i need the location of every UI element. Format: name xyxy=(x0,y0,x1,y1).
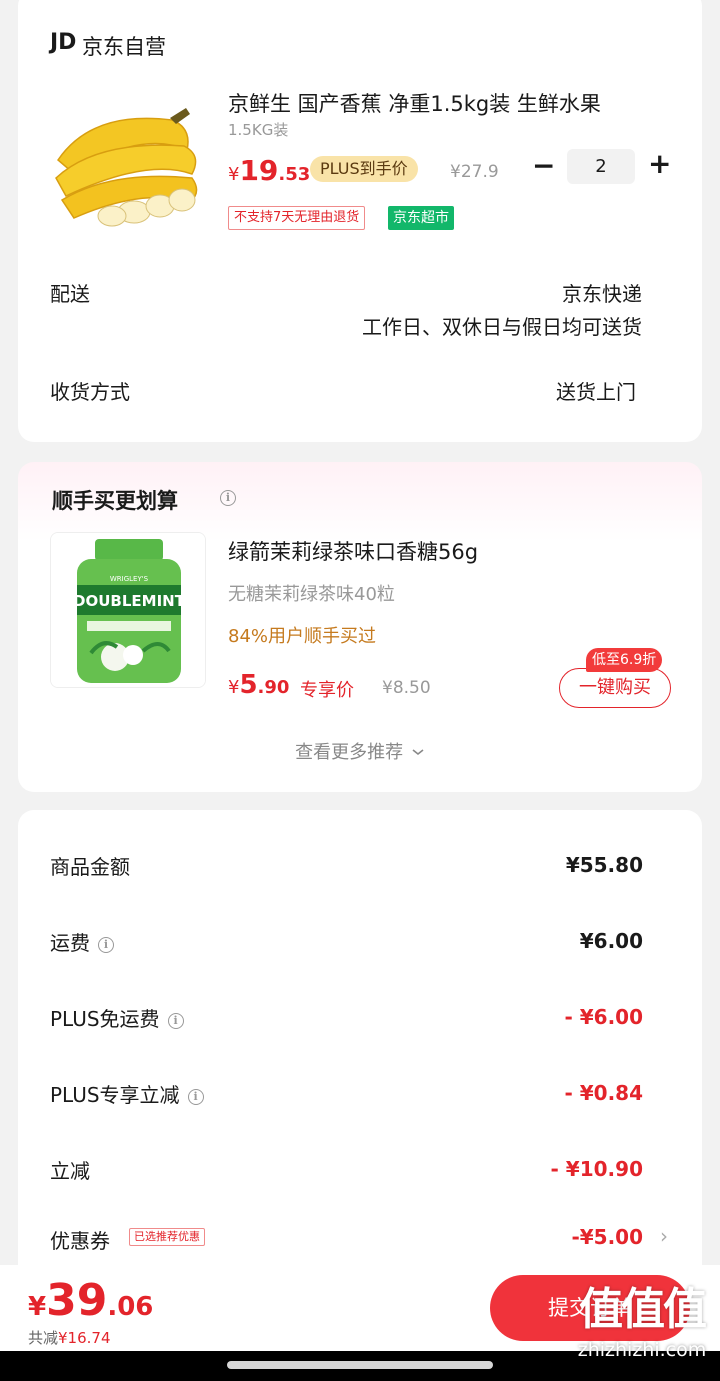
instant-discount-value: - ¥10.90 xyxy=(550,1157,643,1181)
addon-section-title: 顺手买更划算 xyxy=(52,489,178,513)
total-currency: ¥ xyxy=(28,1292,47,1322)
plus-discount-row-label: PLUS专享立减 i xyxy=(50,1079,204,1108)
gum-image-maker: WRIGLEY'S xyxy=(110,575,149,583)
goods-amount-value: ¥55.80 xyxy=(565,853,643,877)
shop-name[interactable]: 京东自营 xyxy=(82,31,166,61)
receive-method-label: 收货方式 xyxy=(50,380,130,404)
total-saved-label: 共减 xyxy=(28,1329,59,1347)
shipping-info-icon[interactable]: i xyxy=(98,937,114,953)
one-click-buy-button[interactable]: 一键购买 xyxy=(559,668,671,708)
delivery-service[interactable]: 京东快递 xyxy=(562,278,642,307)
price-integer: 19 xyxy=(239,154,279,187)
gum-product-image[interactable]: WRIGLEY'S DOUBLEMINT xyxy=(50,532,206,688)
plus-free-shipping-label: PLUS免运费 xyxy=(50,1007,160,1031)
site-watermark: 值值值 zhizhizhi.com xyxy=(568,1282,716,1378)
receive-method-value[interactable]: 送货上门 xyxy=(556,376,636,405)
plus-free-shipping-row-label: PLUS免运费 i xyxy=(50,1003,184,1032)
shipping-fee-value: ¥6.00 xyxy=(579,929,643,953)
more-recommendations-link[interactable]: 查看更多推荐 xyxy=(18,738,702,764)
price-currency: ¥ xyxy=(228,164,240,185)
gum-image-brand: DOUBLEMINT xyxy=(73,592,186,610)
price-summary-card: 商品金额 ¥55.80 运费 i ¥6.00 PLUS免运费 i - ¥6.00 P… xyxy=(18,810,702,1290)
gum-product-name[interactable]: 绿箭茉莉绿茶味口香糖56g xyxy=(228,536,478,566)
instant-discount-label: 立减 xyxy=(50,1159,90,1183)
jd-supermarket-tag: 京东超市 xyxy=(388,206,454,230)
product-card: JD 京东自营 京鲜生 国产香蕉 净重1.5kg装 生鲜水果 1.5KG装 ¥1… xyxy=(18,0,702,442)
total-decimal: .06 xyxy=(107,1292,154,1322)
total-integer: 39 xyxy=(46,1275,108,1326)
product-spec: 1.5KG装 xyxy=(228,121,289,139)
quantity-input[interactable]: 2 xyxy=(567,149,635,184)
more-recommendations-label: 查看更多推荐 xyxy=(295,742,404,763)
delivery-schedule[interactable]: 工作日、双休日与假日均可送货 xyxy=(362,311,642,340)
gum-price-currency: ¥ xyxy=(228,677,240,698)
info-icon[interactable]: i xyxy=(220,490,236,506)
gum-product-subtitle: 无糖茉莉绿茶味40粒 xyxy=(228,584,395,605)
gum-original-price: ¥8.50 xyxy=(382,678,431,698)
product-price: ¥19.53 xyxy=(228,154,310,187)
discount-badge: 低至6.9折 xyxy=(586,648,663,672)
shipping-fee-row-label: 运费 i xyxy=(50,927,114,956)
gum-price-integer: 5 xyxy=(239,670,258,700)
jd-logo: JD xyxy=(50,30,77,55)
chevron-down-icon xyxy=(412,749,424,756)
coupon-value[interactable]: -¥5.00 xyxy=(571,1225,643,1249)
quantity-decrease-button[interactable]: − xyxy=(532,150,555,182)
home-indicator[interactable] xyxy=(227,1361,493,1369)
plus-free-shipping-value: - ¥6.00 xyxy=(564,1005,643,1029)
delivery-label: 配送 xyxy=(50,282,90,306)
no-return-tag: 不支持7天无理由退货 xyxy=(228,206,366,230)
addon-recommendation-card: 顺手买更划算 i WRIGLEY'S DOUBLEMINT 绿箭茉莉绿茶味口香糖… xyxy=(18,462,702,792)
plus-discount-value: - ¥0.84 xyxy=(564,1081,643,1105)
banana-product-image[interactable] xyxy=(52,100,202,228)
gum-popularity: 84%用户顺手买过 xyxy=(228,626,377,647)
plus-shipping-info-icon[interactable]: i xyxy=(167,1013,184,1029)
total-saved: 共减¥16.74 xyxy=(28,1327,111,1348)
coupon-label[interactable]: 优惠券 xyxy=(50,1225,110,1254)
gum-exclusive-label: 专享价 xyxy=(300,680,354,701)
gum-price: ¥5.90 xyxy=(228,670,289,700)
watermark-logo: 值值值 xyxy=(579,1284,707,1335)
price-decimal: .53 xyxy=(278,164,311,185)
watermark-url: zhizhizhi.com xyxy=(577,1339,707,1361)
product-title[interactable]: 京鲜生 国产香蕉 净重1.5kg装 生鲜水果 xyxy=(228,88,601,118)
goods-amount-label: 商品金额 xyxy=(50,855,130,879)
coupon-recommended-tag: 已选推荐优惠 xyxy=(129,1228,205,1246)
plus-discount-info-icon[interactable]: i xyxy=(187,1089,204,1105)
total-saved-value: ¥16.74 xyxy=(58,1329,111,1347)
plus-price-tag: PLUS到手价 xyxy=(310,156,418,182)
quantity-increase-button[interactable]: + xyxy=(648,148,671,180)
shipping-fee-label: 运费 xyxy=(50,931,90,955)
original-price: ¥27.9 xyxy=(450,162,499,182)
total-price: ¥39.06 xyxy=(28,1275,153,1326)
chevron-right-icon[interactable]: › xyxy=(660,1224,668,1248)
gum-price-decimal: .90 xyxy=(257,677,290,698)
plus-discount-label: PLUS专享立减 xyxy=(50,1083,180,1107)
